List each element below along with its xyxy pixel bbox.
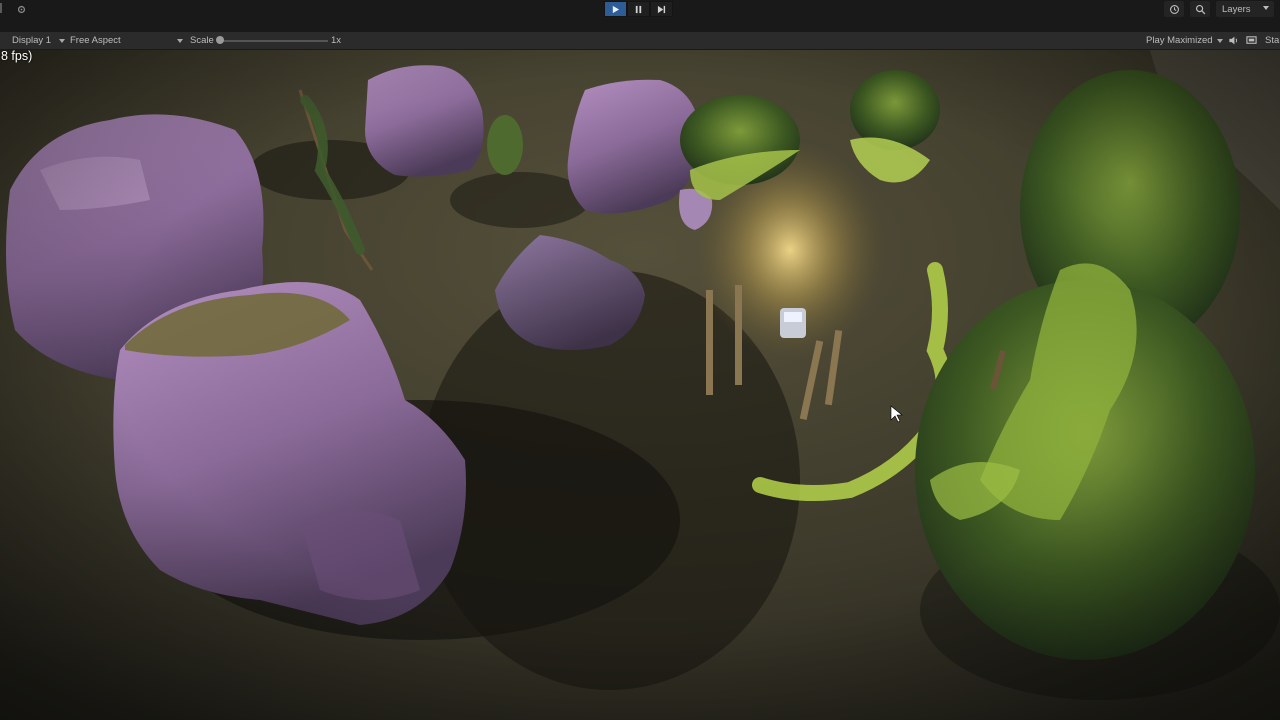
game-viewport[interactable]: 8 fps): [0, 50, 1280, 720]
mute-audio-button[interactable]: [1228, 32, 1239, 49]
chevron-down-icon: [1263, 6, 1269, 10]
chevron-down-icon: [177, 38, 183, 43]
search-button[interactable]: [1190, 1, 1210, 17]
fps-readout: 8 fps): [1, 50, 33, 63]
play-controls: [604, 1, 673, 17]
gizmos-toggle[interactable]: [1246, 32, 1257, 49]
play-button[interactable]: [604, 1, 627, 17]
play-mode-label: Play Maximized: [1146, 35, 1213, 46]
main-toolbar: Layers: [0, 0, 1280, 18]
history-icon: [1169, 4, 1179, 14]
layers-label: Layers: [1222, 3, 1251, 15]
play-icon: [612, 5, 620, 13]
scale-slider-handle[interactable]: [216, 36, 224, 44]
scale-slider-track[interactable]: [220, 40, 328, 42]
search-icon: [1195, 4, 1205, 14]
vignette-overlay: [0, 50, 1280, 720]
stats-button[interactable]: Sta: [1265, 32, 1279, 49]
undo-history-button[interactable]: [1164, 1, 1184, 17]
scale-label: Scale: [190, 35, 214, 46]
chevron-down-icon: [1216, 38, 1223, 43]
display-label: Display 1: [12, 35, 52, 46]
play-mode-dropdown[interactable]: Play Maximized: [1146, 32, 1223, 49]
toolbar-edge-marker: [0, 3, 2, 13]
step-icon: [657, 5, 666, 13]
aspect-dropdown[interactable]: Free Aspect: [70, 32, 183, 49]
aspect-label: Free Aspect: [70, 35, 121, 46]
scale-value: 1x: [331, 35, 342, 46]
pause-icon: [635, 5, 642, 13]
chevron-down-icon: [59, 38, 66, 43]
display-dropdown[interactable]: Display 1: [12, 32, 66, 49]
game-view-toolbar: Display 1 Free Aspect Scale 1x Play Maxi…: [0, 32, 1280, 50]
speaker-icon: [1229, 36, 1238, 45]
pause-button[interactable]: [627, 1, 650, 17]
toolbar-right-group: Layers: [1164, 1, 1274, 17]
settings-icon[interactable]: [14, 2, 28, 16]
layers-dropdown[interactable]: Layers: [1216, 1, 1274, 17]
unity-editor-window: Layers Display 1 Free Aspect Scale 1x Pl…: [0, 0, 1280, 720]
step-button[interactable]: [650, 1, 673, 17]
display-icon: [1246, 36, 1257, 44]
scene-render: [0, 50, 1280, 720]
